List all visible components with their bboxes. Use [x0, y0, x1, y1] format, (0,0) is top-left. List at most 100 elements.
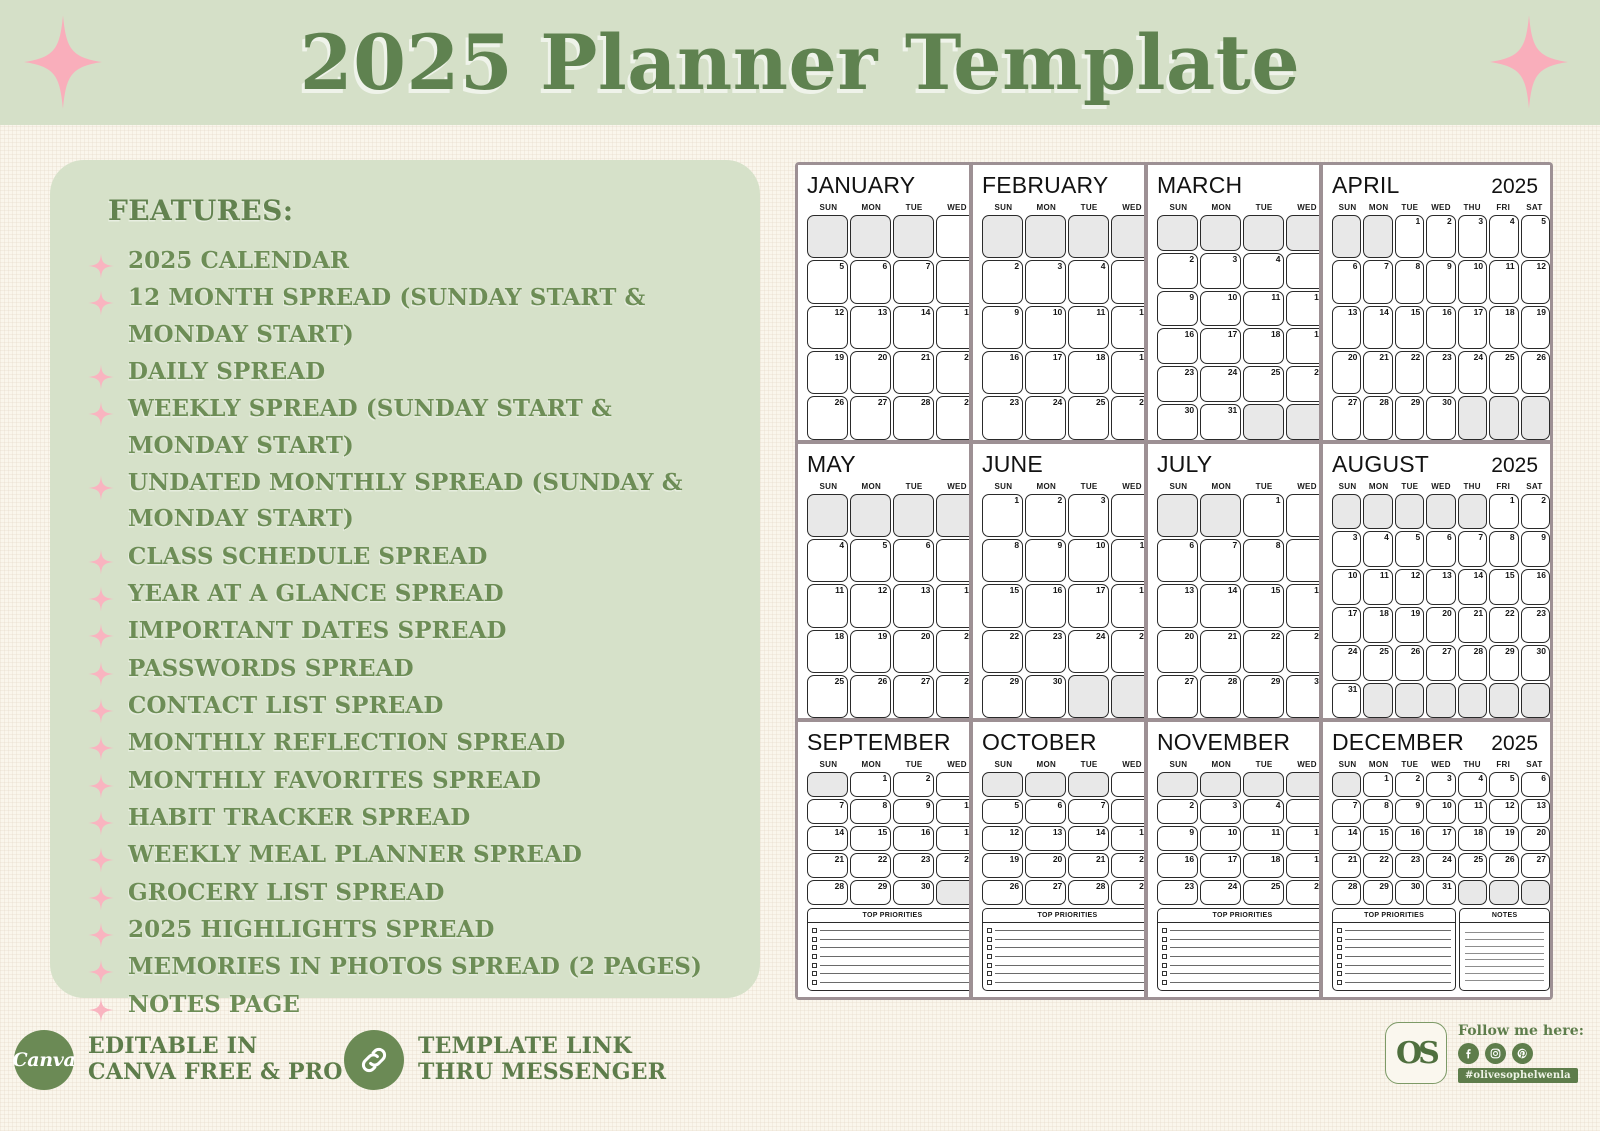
day-cell[interactable]: 17 [1332, 607, 1362, 643]
priority-line[interactable] [1162, 978, 1319, 986]
day-cell-empty[interactable] [1068, 215, 1110, 259]
day-cell[interactable]: 4 [1489, 215, 1519, 259]
day-cell[interactable]: 17 [1025, 350, 1067, 395]
priority-line[interactable] [812, 927, 969, 935]
day-cell[interactable]: 27 [1025, 880, 1067, 906]
day-cell[interactable]: 28 [807, 880, 849, 906]
day-cell[interactable]: 16 [893, 826, 935, 852]
day-cell-empty[interactable] [1457, 682, 1488, 719]
day-cell[interactable]: 9 [1394, 799, 1425, 825]
day-cell[interactable]: 9 [1157, 826, 1199, 852]
priority-checkbox[interactable] [1337, 962, 1342, 968]
day-cell[interactable]: 25 [807, 674, 849, 719]
day-cell[interactable]: 14 [807, 826, 849, 852]
priority-line[interactable] [987, 953, 1144, 961]
day-cell[interactable]: 15 [1111, 826, 1144, 852]
day-cell-empty[interactable] [1157, 772, 1199, 798]
day-cell[interactable]: 1 [1243, 493, 1285, 537]
day-cell[interactable]: 19 [1394, 607, 1425, 643]
priority-checkbox[interactable] [812, 979, 817, 985]
priority-checkbox[interactable] [987, 928, 992, 934]
day-cell[interactable]: 26 [982, 880, 1024, 906]
day-cell[interactable]: 28 [1457, 644, 1488, 681]
day-cell-empty[interactable] [1457, 880, 1488, 906]
day-cell[interactable]: 7 [807, 799, 849, 825]
day-cell[interactable]: 28 [1200, 674, 1242, 719]
day-cell[interactable]: 21 [1068, 853, 1110, 879]
priority-line[interactable] [987, 935, 1144, 943]
day-cell[interactable]: 29 [1394, 396, 1425, 440]
day-cell[interactable]: 17 [936, 826, 969, 852]
day-cell-empty[interactable] [1332, 493, 1362, 530]
day-cell[interactable]: 20 [1332, 350, 1362, 395]
day-cell[interactable]: 24 [1457, 350, 1488, 395]
day-cell-empty[interactable] [1520, 880, 1550, 906]
priority-line[interactable] [987, 944, 1144, 952]
day-cell[interactable]: 11 [1243, 290, 1285, 327]
day-cell[interactable]: 16 [1157, 328, 1199, 365]
day-cell[interactable]: 21 [807, 853, 849, 879]
day-cell-empty[interactable] [1286, 772, 1319, 798]
day-cell[interactable]: 28 [1363, 396, 1393, 440]
day-cell[interactable]: 31 [1332, 682, 1362, 719]
day-cell[interactable]: 1 [1394, 215, 1425, 259]
day-cell[interactable]: 10 [1068, 539, 1110, 583]
day-cell-empty[interactable] [850, 493, 892, 537]
day-cell[interactable]: 7 [1200, 539, 1242, 583]
day-cell-empty[interactable] [1157, 493, 1199, 537]
day-cell[interactable]: 2 [893, 772, 935, 798]
day-cell[interactable]: 19 [1111, 350, 1144, 395]
day-cell[interactable]: 19 [1286, 328, 1319, 365]
day-cell[interactable]: 17 [1200, 328, 1242, 365]
day-cell[interactable]: 20 [893, 629, 935, 673]
priority-line[interactable] [987, 961, 1144, 969]
day-cell[interactable]: 26 [807, 396, 849, 440]
day-cell[interactable]: 30 [1157, 403, 1199, 440]
day-cell[interactable]: 19 [807, 350, 849, 395]
day-cell[interactable]: 6 [1426, 531, 1456, 568]
priority-line[interactable] [987, 978, 1144, 986]
day-cell[interactable]: 25 [1489, 350, 1519, 395]
day-cell[interactable]: 2 [1520, 493, 1550, 530]
day-cell[interactable]: 15 [982, 584, 1024, 628]
day-cell[interactable]: 13 [850, 305, 892, 349]
day-cell-empty[interactable] [1332, 215, 1362, 259]
priority-checkbox[interactable] [812, 954, 817, 960]
day-cell[interactable]: 11 [1457, 799, 1488, 825]
day-cell[interactable]: 28 [1332, 880, 1362, 906]
day-cell[interactable]: 25 [1111, 629, 1144, 673]
day-cell[interactable]: 3 [1200, 252, 1242, 289]
priority-checkbox[interactable] [1337, 971, 1342, 977]
day-cell[interactable]: 16 [1286, 584, 1319, 628]
day-cell[interactable]: 27 [1157, 674, 1199, 719]
day-cell[interactable]: 25 [1363, 644, 1393, 681]
day-cell[interactable]: 13 [1520, 799, 1550, 825]
day-cell[interactable]: 24 [1426, 853, 1456, 879]
day-cell[interactable]: 12 [807, 305, 849, 349]
day-cell[interactable]: 14 [1332, 826, 1362, 852]
day-cell[interactable]: 26 [1286, 366, 1319, 402]
day-cell[interactable]: 9 [1520, 531, 1550, 568]
note-rule[interactable] [1465, 966, 1544, 968]
social-handle-badge[interactable]: #olivesophelwenla [1457, 1068, 1578, 1083]
day-cell[interactable]: 5 [1111, 260, 1144, 304]
day-cell[interactable]: 16 [1520, 569, 1550, 606]
day-cell[interactable]: 8 [1489, 531, 1519, 568]
priority-line[interactable] [1337, 935, 1452, 943]
day-cell[interactable]: 7 [1332, 799, 1362, 825]
day-cell[interactable]: 22 [1111, 853, 1144, 879]
day-cell[interactable]: 12 [850, 584, 892, 628]
priority-line[interactable] [812, 970, 969, 978]
day-cell[interactable]: 1 [850, 772, 892, 798]
day-cell[interactable]: 26 [1286, 880, 1319, 906]
day-cell[interactable]: 1 [1363, 772, 1393, 798]
priority-line[interactable] [812, 944, 969, 952]
day-cell-empty[interactable] [1068, 772, 1110, 798]
day-cell[interactable]: 11 [1489, 260, 1519, 304]
day-cell[interactable]: 25 [1457, 853, 1488, 879]
day-cell[interactable]: 30 [1426, 396, 1456, 440]
day-cell-empty[interactable] [1068, 674, 1110, 719]
day-cell[interactable]: 6 [1520, 772, 1550, 798]
day-cell[interactable]: 28 [936, 674, 969, 719]
day-cell[interactable]: 11 [1111, 539, 1144, 583]
